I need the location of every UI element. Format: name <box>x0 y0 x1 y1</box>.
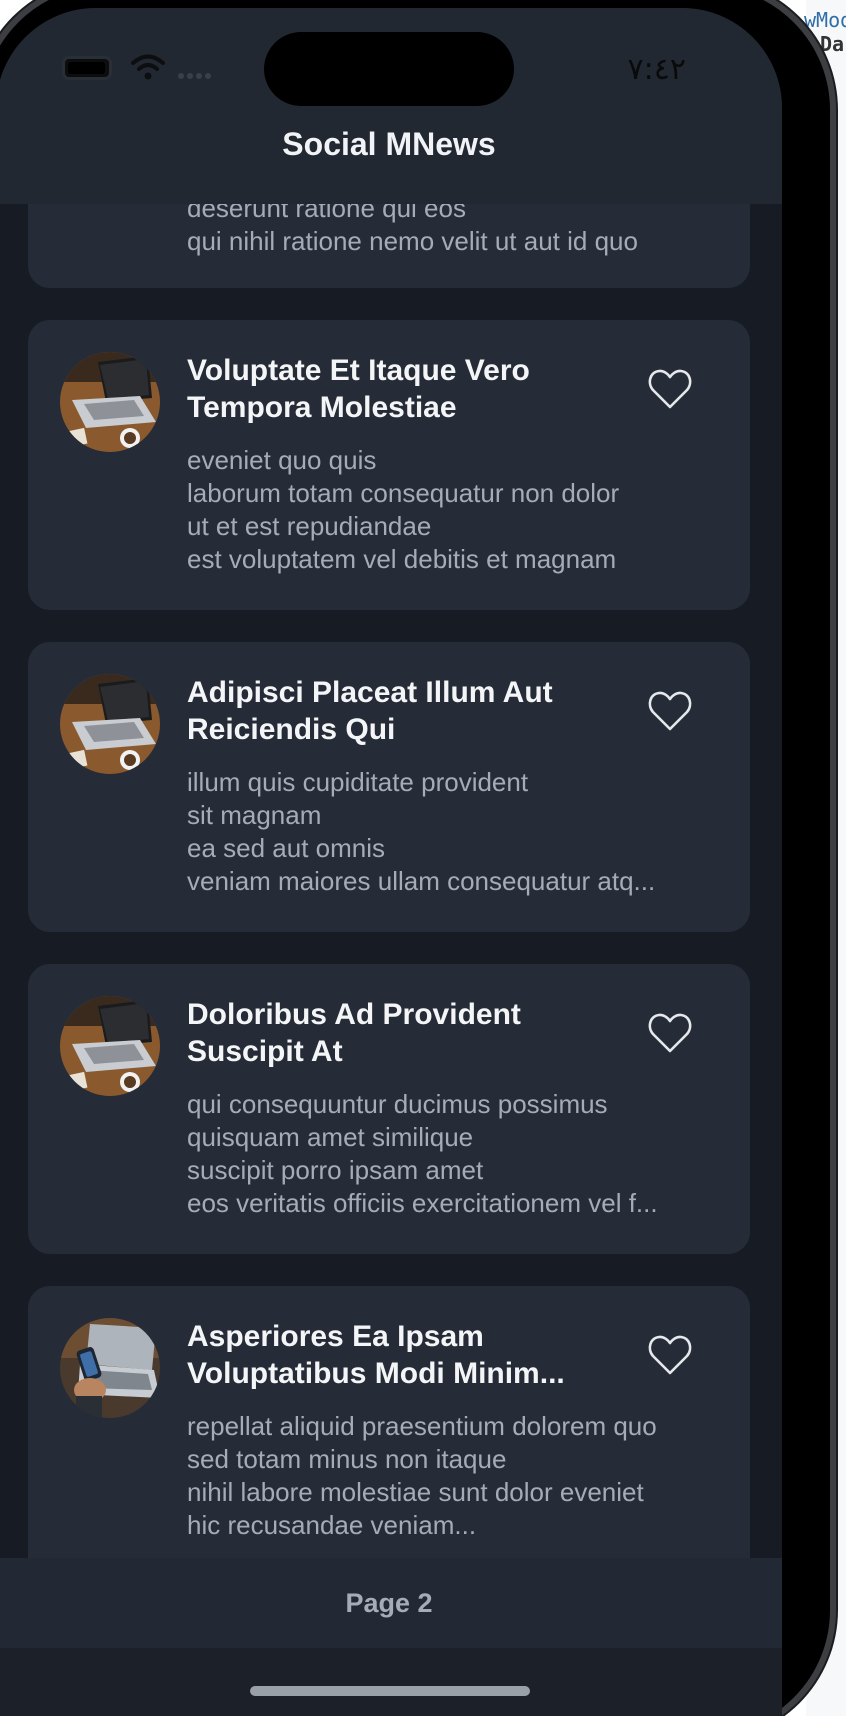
status-time: ٧:٤٢ <box>627 52 686 87</box>
page-indicator-bar: Page 2 <box>0 1558 782 1648</box>
post-body: qui consequuntur ducimus possimus quisqu… <box>187 1088 727 1220</box>
post-avatar <box>60 674 160 774</box>
battery-icon <box>62 56 112 80</box>
post-card[interactable]: Adipisci Placeat Illum Aut Reiciendis Qu… <box>28 642 750 932</box>
heart-icon[interactable] <box>648 690 692 732</box>
app-screen: deserunt ratione qui eos qui nihil ratio… <box>0 8 782 1716</box>
post-body-line: est voluptatem vel debitis et magnam <box>187 544 617 574</box>
post-avatar <box>60 996 160 1096</box>
posts-list[interactable]: deserunt ratione qui eos qui nihil ratio… <box>0 8 782 1716</box>
code-snippet-2: Da <box>820 32 845 56</box>
post-title: Doloribus Ad Provident Suscipit At <box>187 998 521 1068</box>
post-body-line: suscipit porro ipsam amet <box>187 1155 484 1185</box>
post-body-line: eveniet quo quis <box>187 445 377 475</box>
post-title: Voluptate Et Itaque Vero Tempora Molesti… <box>187 354 530 424</box>
cellular-signal-icon <box>178 66 218 79</box>
dynamic-island <box>264 32 514 106</box>
bottom-safe-area <box>0 1648 782 1716</box>
post-body-line: ut et est repudiandae <box>187 511 432 541</box>
post-body-line: qui nihil ratione nemo velit ut aut id q… <box>187 226 638 256</box>
post-body-line: illum quis cupiditate provident <box>187 767 529 797</box>
laptop-icon <box>60 352 160 452</box>
code-snippet-1: wMod <box>804 8 846 32</box>
post-card[interactable]: Voluptate Et Itaque Vero Tempora Molesti… <box>28 320 750 610</box>
post-title: Adipisci Placeat Illum Aut Reiciendis Qu… <box>187 676 553 746</box>
post-body-line: eos veritatis officiis exercitationem ve… <box>187 1188 658 1218</box>
page-label: Page 2 <box>345 1588 433 1618</box>
post-body: illum quis cupiditate provident sit magn… <box>187 766 727 898</box>
post-card[interactable]: Asperiores Ea Ipsam Voluptatibus Modi Mi… <box>28 1286 750 1586</box>
simulator-window: wMod Da deserunt ratione qui eos qui nih… <box>0 0 846 1716</box>
post-avatar <box>60 1318 160 1418</box>
home-indicator[interactable] <box>250 1686 530 1696</box>
navigation-bar: ٧:٤٢ Social MNews <box>0 8 782 204</box>
wifi-icon <box>131 54 165 80</box>
post-body-line: nihil labore molestiae sunt dolor evenie… <box>187 1477 644 1507</box>
laptop-icon <box>60 674 160 774</box>
post-body: eveniet quo quis laborum totam consequat… <box>187 444 727 576</box>
post-title: Asperiores Ea Ipsam Voluptatibus Modi Mi… <box>187 1320 565 1390</box>
heart-icon[interactable] <box>648 1012 692 1054</box>
post-body-line: qui consequuntur ducimus possimus <box>187 1089 608 1119</box>
phone-laptop-icon <box>60 1318 160 1418</box>
post-body-line: repellat aliquid praesentium dolorem quo <box>187 1411 657 1441</box>
laptop-icon <box>60 996 160 1096</box>
post-body-line: sit magnam <box>187 800 322 830</box>
device-frame: deserunt ratione qui eos qui nihil ratio… <box>0 0 836 1716</box>
post-body-line: hic recusandae veniam... <box>187 1510 477 1540</box>
post-body-line: ea sed aut omnis <box>187 833 386 863</box>
post-body-line: quisquam amet similique <box>187 1122 474 1152</box>
post-body-line: laborum totam consequatur non dolor <box>187 478 620 508</box>
post-body: repellat aliquid praesentium dolorem quo… <box>187 1410 727 1542</box>
post-card[interactable]: Doloribus Ad Provident Suscipit At qui c… <box>28 964 750 1254</box>
post-body-line: sed totam minus non itaque <box>187 1444 507 1474</box>
post-body-line: veniam maiores ullam consequatur atq... <box>187 866 656 896</box>
page-title: Social MNews <box>282 126 496 162</box>
post-avatar <box>60 352 160 452</box>
heart-icon[interactable] <box>648 1334 692 1376</box>
heart-icon[interactable] <box>648 368 692 410</box>
